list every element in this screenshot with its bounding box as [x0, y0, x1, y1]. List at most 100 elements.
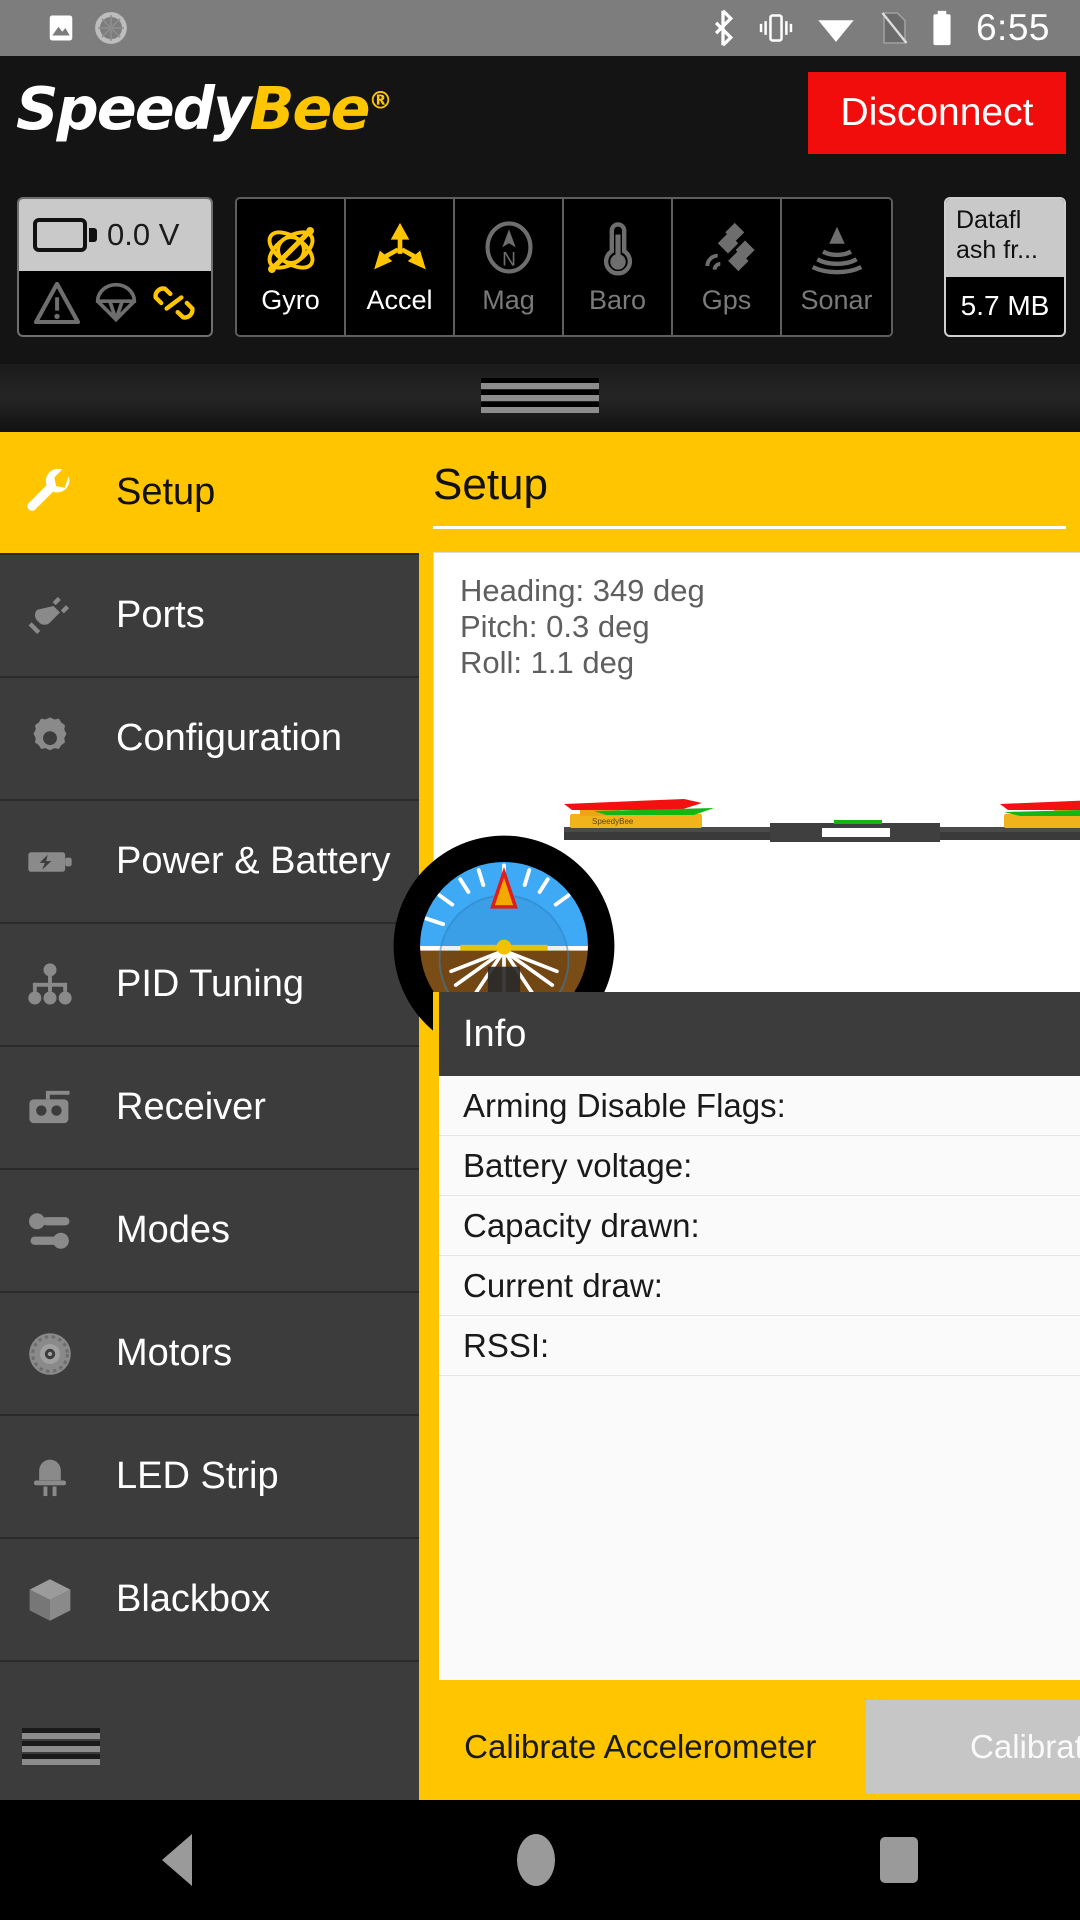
sidebar-item-setup[interactable]: Setup — [0, 432, 419, 555]
sidebar-item-power-battery[interactable]: Power & Battery — [0, 801, 419, 924]
android-status-bar: 6:55 — [0, 0, 1080, 56]
image-icon — [49, 15, 73, 41]
cube-icon — [22, 1572, 78, 1628]
calibrate-mag-button[interactable]: Calibrate Mag — [865, 1700, 1080, 1794]
sidebar-item-pid-tuning[interactable]: PID Tuning — [0, 924, 419, 1047]
info-card-title: Info — [439, 992, 1080, 1076]
no-sim-icon — [881, 12, 908, 44]
info-row-label: Arming Disable Flags: — [463, 1086, 786, 1124]
sensor-accel[interactable]: Accel — [346, 199, 455, 335]
info-row: Capacity drawn: — [439, 1196, 1080, 1256]
sidebar-item-label: Ports — [116, 594, 205, 636]
status-bar-clock: 6:55 — [975, 7, 1050, 48]
thermometer-icon — [603, 221, 632, 275]
sidebar-item-configuration[interactable]: Configuration — [0, 678, 419, 801]
info-row-label: Current draw: — [463, 1266, 663, 1304]
page-title: Setup — [433, 460, 548, 509]
wifi-icon — [818, 20, 854, 42]
dataflash-title-line1: Datafl — [956, 206, 1022, 234]
sensor-gps[interactable]: Gps — [673, 199, 782, 335]
gyro-icon — [267, 226, 314, 273]
disconnect-button[interactable]: Disconnect — [808, 72, 1066, 154]
info-row: Current draw: — [439, 1256, 1080, 1316]
info-row: Battery voltage: — [439, 1136, 1080, 1196]
link-icon — [153, 286, 195, 320]
sonar-icon — [811, 226, 862, 274]
sensor-gyro-label: Gyro — [261, 284, 320, 315]
info-row-label: Capacity drawn: — [463, 1206, 700, 1244]
bluetooth-icon — [714, 9, 734, 47]
body-area: Setup Ports Configuration Power & Batter… — [0, 432, 1080, 1800]
sidebar-item-label: PID Tuning — [116, 963, 304, 1005]
sensor-baro-label: Baro — [588, 284, 647, 315]
info-card: Info Arming Disable Flags: Battery volta… — [433, 992, 1080, 1680]
dataflash-box[interactable]: Datafl ash fr... 5.7 MB — [944, 197, 1066, 337]
sidebar-item-ports[interactable]: Ports — [0, 555, 419, 678]
logo-text-speedy: Speedy — [16, 73, 251, 143]
sensor-status-strip: 0.0 V Gyro Accel N Mag Baro Gps Sonar Da… — [0, 174, 1080, 364]
dataflash-value: 5.7 MB — [960, 290, 1050, 321]
sidebar-drag-handle[interactable] — [22, 1726, 100, 1772]
propeller-icon — [22, 1326, 78, 1382]
calibrate-accelerometer-button[interactable]: Calibrate Accelerometer — [433, 1700, 848, 1794]
roll-value: Roll: 1.1 deg — [460, 645, 635, 680]
calibration-button-row: Calibrate Accelerometer Calibrate Mag — [433, 1700, 1080, 1794]
battery-icon — [933, 10, 951, 46]
sidebar-item-receiver[interactable]: Receiver — [0, 1047, 419, 1170]
logo-registered-mark: ® — [368, 85, 392, 114]
battery-voltage-value: 0.0 V — [107, 217, 180, 252]
accel-icon — [373, 222, 426, 269]
recents-icon[interactable] — [879, 1837, 918, 1883]
plug-icon — [22, 588, 78, 644]
speedybee-logo: SpeedyBee® — [16, 72, 392, 144]
heading-value: Heading: 349 deg — [460, 573, 705, 608]
sidebar-nav: Setup Ports Configuration Power & Batter… — [0, 432, 419, 1800]
sliders-icon — [22, 1203, 78, 1259]
sidebar-item-label: Setup — [116, 471, 216, 513]
svg-text:SpeedyBee: SpeedyBee — [592, 817, 634, 826]
sidebar-item-led-strip[interactable]: LED Strip — [0, 1416, 419, 1539]
info-row: Arming Disable Flags: — [439, 1076, 1080, 1136]
vibrate-icon — [759, 14, 793, 42]
transmitter-icon — [22, 1080, 78, 1136]
sidebar-item-blackbox[interactable]: Blackbox — [0, 1539, 419, 1662]
sensor-mag[interactable]: N Mag — [455, 199, 564, 335]
parachute-icon — [95, 282, 137, 323]
app-header: SpeedyBee® Disconnect — [0, 56, 1080, 174]
sidebar-item-label: Modes — [116, 1209, 231, 1251]
gear-icon — [22, 711, 78, 767]
sidebar-item-label: Motors — [116, 1332, 233, 1374]
title-divider — [433, 526, 1066, 529]
panel-drag-handle[interactable] — [0, 364, 1080, 432]
sensor-baro[interactable]: Baro — [564, 199, 673, 335]
sidebar-item-label: Receiver — [116, 1086, 266, 1128]
sidebar-item-motors[interactable]: Motors — [0, 1293, 419, 1416]
sensor-sonar-label: Sonar — [800, 284, 873, 315]
home-icon[interactable] — [516, 1834, 555, 1886]
android-nav-bar — [0, 1800, 1080, 1920]
sensor-sonar[interactable]: Sonar — [782, 199, 891, 335]
status-bar-left-icons — [0, 11, 128, 45]
battery-outline-icon — [33, 218, 97, 252]
hierarchy-icon — [22, 957, 78, 1013]
wrench-icon — [22, 465, 78, 521]
sensor-mag-label: Mag — [482, 284, 535, 315]
sidebar-item-label: Blackbox — [116, 1578, 271, 1620]
sensor-gps-label: Gps — [701, 284, 752, 315]
compass-icon: N — [484, 220, 533, 274]
sidebar-item-label: Power & Battery — [116, 840, 391, 882]
attitude-card: Heading: 349 deg Pitch: 0.3 deg Roll: 1.… — [393, 552, 1080, 1057]
battery-status-box[interactable]: 0.0 V — [17, 197, 213, 337]
flight-status-icons — [19, 271, 211, 335]
dataflash-title: Datafl ash fr... — [946, 199, 1064, 277]
app-root: 6:55 SpeedyBee® Disconnect 0.0 V Gyro Ac… — [0, 0, 1080, 1920]
logo-text-bee: Bee — [249, 73, 370, 143]
info-row: RSSI: — [439, 1316, 1080, 1376]
sidebar-item-modes[interactable]: Modes — [0, 1170, 419, 1293]
attitude-readout: Heading: 349 deg Pitch: 0.3 deg Roll: 1.… — [460, 573, 705, 681]
sensor-gyro[interactable]: Gyro — [237, 199, 346, 335]
back-icon[interactable] — [162, 1834, 193, 1886]
sensor-list: Gyro Accel N Mag Baro Gps Sonar — [235, 197, 893, 337]
info-row-label: Battery voltage: — [463, 1146, 693, 1184]
sync-spinner-icon — [95, 12, 127, 44]
